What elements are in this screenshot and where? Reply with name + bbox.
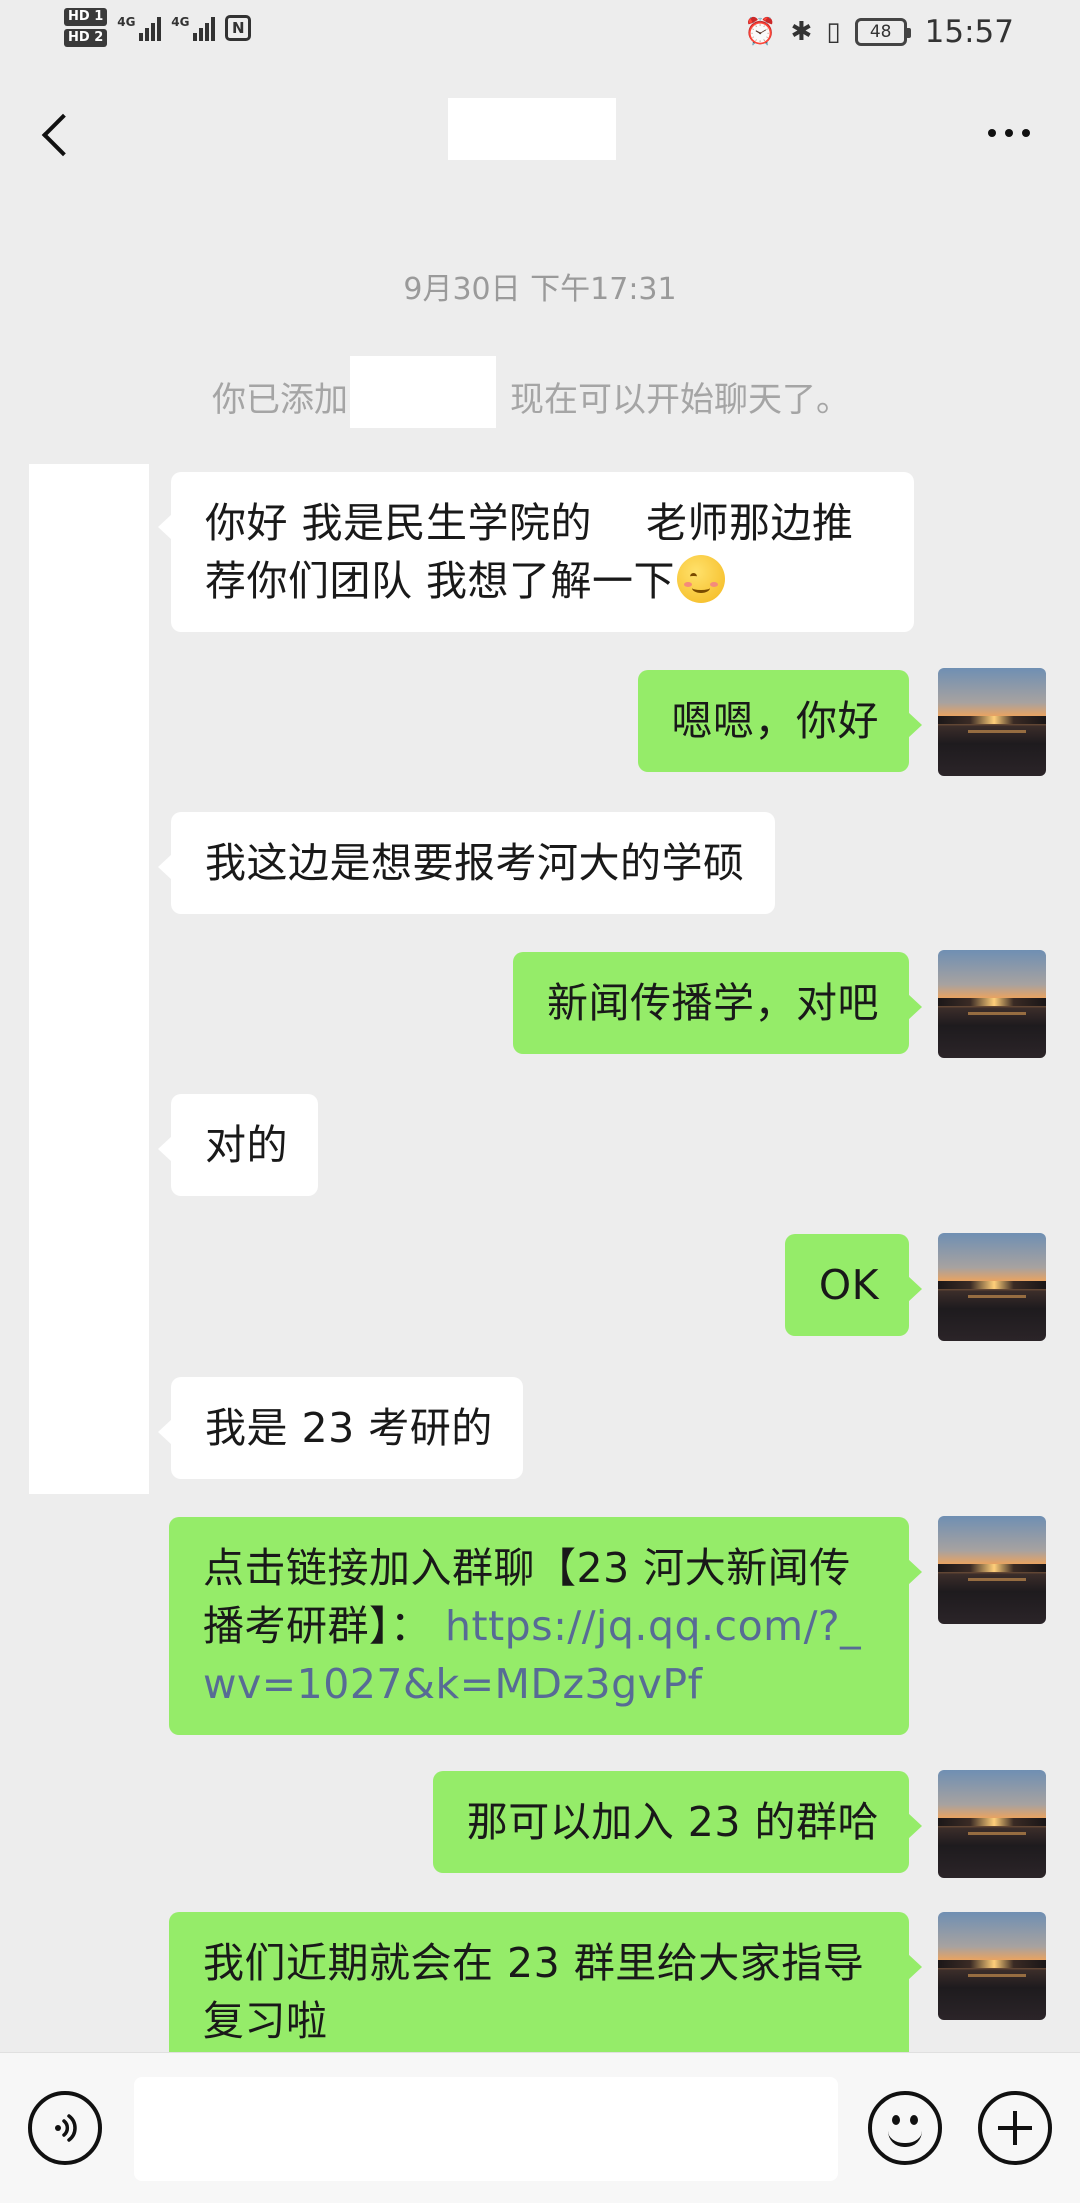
battery-icon: 48 bbox=[854, 18, 911, 46]
contact-avatar-redacted bbox=[29, 464, 149, 1494]
message-text: 我们近期就会在 23 群里给大家指导 bbox=[203, 1939, 865, 1987]
status-bar: HD 1 HD 2 4G 4G N ⏰ ✱ ▯ 48 15:57 bbox=[0, 0, 1080, 64]
my-avatar[interactable] bbox=[938, 1516, 1046, 1624]
status-time: 15:57 bbox=[924, 14, 1014, 50]
alarm-icon: ⏰ bbox=[744, 17, 777, 47]
message-text: 我是 23 考研的 bbox=[205, 1404, 493, 1452]
signal-1-icon: 4G bbox=[117, 14, 162, 41]
voice-input-button[interactable] bbox=[28, 2091, 102, 2165]
my-avatar[interactable] bbox=[938, 1770, 1046, 1878]
my-avatar[interactable] bbox=[938, 950, 1046, 1058]
nav-bar bbox=[0, 80, 1080, 184]
more-options-button[interactable] bbox=[974, 108, 1044, 158]
sim1-label: HD 1 bbox=[64, 8, 108, 26]
message-line: 播考研群】： https://jq.qq.com/?_ bbox=[203, 1597, 879, 1655]
message-line: 复习啦 bbox=[203, 1992, 879, 2050]
message-text: 我这边是想要报考河大的学硕 bbox=[205, 839, 745, 887]
message-text: 那可以加入 23 的群哈 bbox=[466, 1798, 879, 1846]
message-timestamp: 9月30日 下午17:31 bbox=[403, 272, 677, 307]
input-bar bbox=[0, 2052, 1080, 2203]
net-2-label: 4G bbox=[171, 14, 190, 29]
my-avatar[interactable] bbox=[938, 1233, 1046, 1341]
smile-icon bbox=[888, 2131, 922, 2147]
message-bubble-outgoing[interactable]: 嗯嗯，你好 bbox=[637, 670, 922, 772]
contact-name-redacted bbox=[350, 355, 496, 428]
chat-screen: HD 1 HD 2 4G 4G N ⏰ ✱ ▯ 48 15:57 9月30日 下… bbox=[0, 0, 1080, 2203]
message-text: 播考研群】： bbox=[203, 1602, 432, 1650]
group-invite-link[interactable]: wv=1027&k=MDz3gvPf bbox=[203, 1660, 703, 1708]
signal-2-icon: 4G bbox=[171, 14, 216, 41]
message-text: 点击链接加入群聊【23 河大新闻传 bbox=[203, 1544, 851, 1592]
message-bubble-outgoing[interactable]: OK bbox=[784, 1234, 923, 1336]
emoji-button[interactable] bbox=[868, 2091, 942, 2165]
nfc-icon: N bbox=[225, 14, 252, 41]
message-bubble-outgoing[interactable]: 那可以加入 23 的群哈 bbox=[432, 1771, 923, 1873]
bluetooth-icon: ✱ bbox=[790, 17, 813, 47]
message-bubble-incoming[interactable]: 你好 我是民生学院的 老师那边推 荐你们团队 我想了解一下 bbox=[158, 472, 914, 632]
system-message: 你已添加 现在可以开始聊天了。 bbox=[212, 355, 850, 428]
message-text: 荐你们团队 我想了解一下 bbox=[205, 557, 676, 605]
back-button[interactable] bbox=[30, 104, 90, 164]
chat-title-redacted bbox=[448, 98, 616, 160]
message-text: 复习啦 bbox=[203, 1997, 328, 2045]
message-text: 嗯嗯，你好 bbox=[671, 697, 879, 745]
my-avatar[interactable] bbox=[938, 1912, 1046, 2020]
message-line: 荐你们团队 我想了解一下 bbox=[205, 552, 884, 610]
more-functions-button[interactable] bbox=[978, 2091, 1052, 2165]
message-input[interactable] bbox=[134, 2077, 838, 2181]
message-line: 你好 我是民生学院的 老师那边推 bbox=[205, 494, 884, 552]
message-text: OK bbox=[818, 1261, 879, 1309]
group-invite-link[interactable]: https://jq.qq.com/?_ bbox=[445, 1602, 861, 1650]
net-1-label: 4G bbox=[117, 14, 136, 29]
status-left: HD 1 HD 2 4G 4G N bbox=[64, 8, 252, 47]
system-message-prefix: 你已添加 bbox=[212, 380, 348, 420]
vibrate-icon: ▯ bbox=[826, 17, 841, 47]
message-line: 我们近期就会在 23 群里给大家指导 bbox=[203, 1934, 879, 1992]
status-right: ⏰ ✱ ▯ 48 15:57 bbox=[744, 14, 1014, 50]
message-bubble-outgoing[interactable]: 我们近期就会在 23 群里给大家指导 复习啦 bbox=[169, 1912, 922, 2072]
sim-labels: HD 1 HD 2 bbox=[64, 8, 108, 47]
message-text: 对的 bbox=[205, 1121, 288, 1169]
message-bubble-incoming[interactable]: 我这边是想要报考河大的学硕 bbox=[158, 812, 775, 914]
message-line: 点击链接加入群聊【23 河大新闻传 bbox=[203, 1539, 879, 1597]
message-text: 老师那边推 bbox=[646, 499, 854, 547]
message-bubble-outgoing[interactable]: 新闻传播学，对吧 bbox=[513, 952, 922, 1054]
message-text: 你好 我是民生学院的 bbox=[205, 499, 593, 547]
message-bubble-outgoing[interactable]: 点击链接加入群聊【23 河大新闻传 播考研群】： https://jq.qq.c… bbox=[169, 1517, 922, 1735]
smiling-face-icon bbox=[677, 555, 726, 603]
message-text: 新闻传播学，对吧 bbox=[547, 979, 879, 1027]
voice-icon bbox=[55, 2114, 77, 2142]
my-avatar[interactable] bbox=[938, 668, 1046, 776]
message-line: wv=1027&k=MDz3gvPf bbox=[203, 1655, 879, 1713]
sim2-label: HD 2 bbox=[64, 29, 108, 47]
message-bubble-incoming[interactable]: 我是 23 考研的 bbox=[158, 1377, 523, 1479]
message-bubble-incoming[interactable]: 对的 bbox=[158, 1094, 318, 1196]
system-message-suffix: 现在可以开始聊天了。 bbox=[510, 380, 850, 420]
